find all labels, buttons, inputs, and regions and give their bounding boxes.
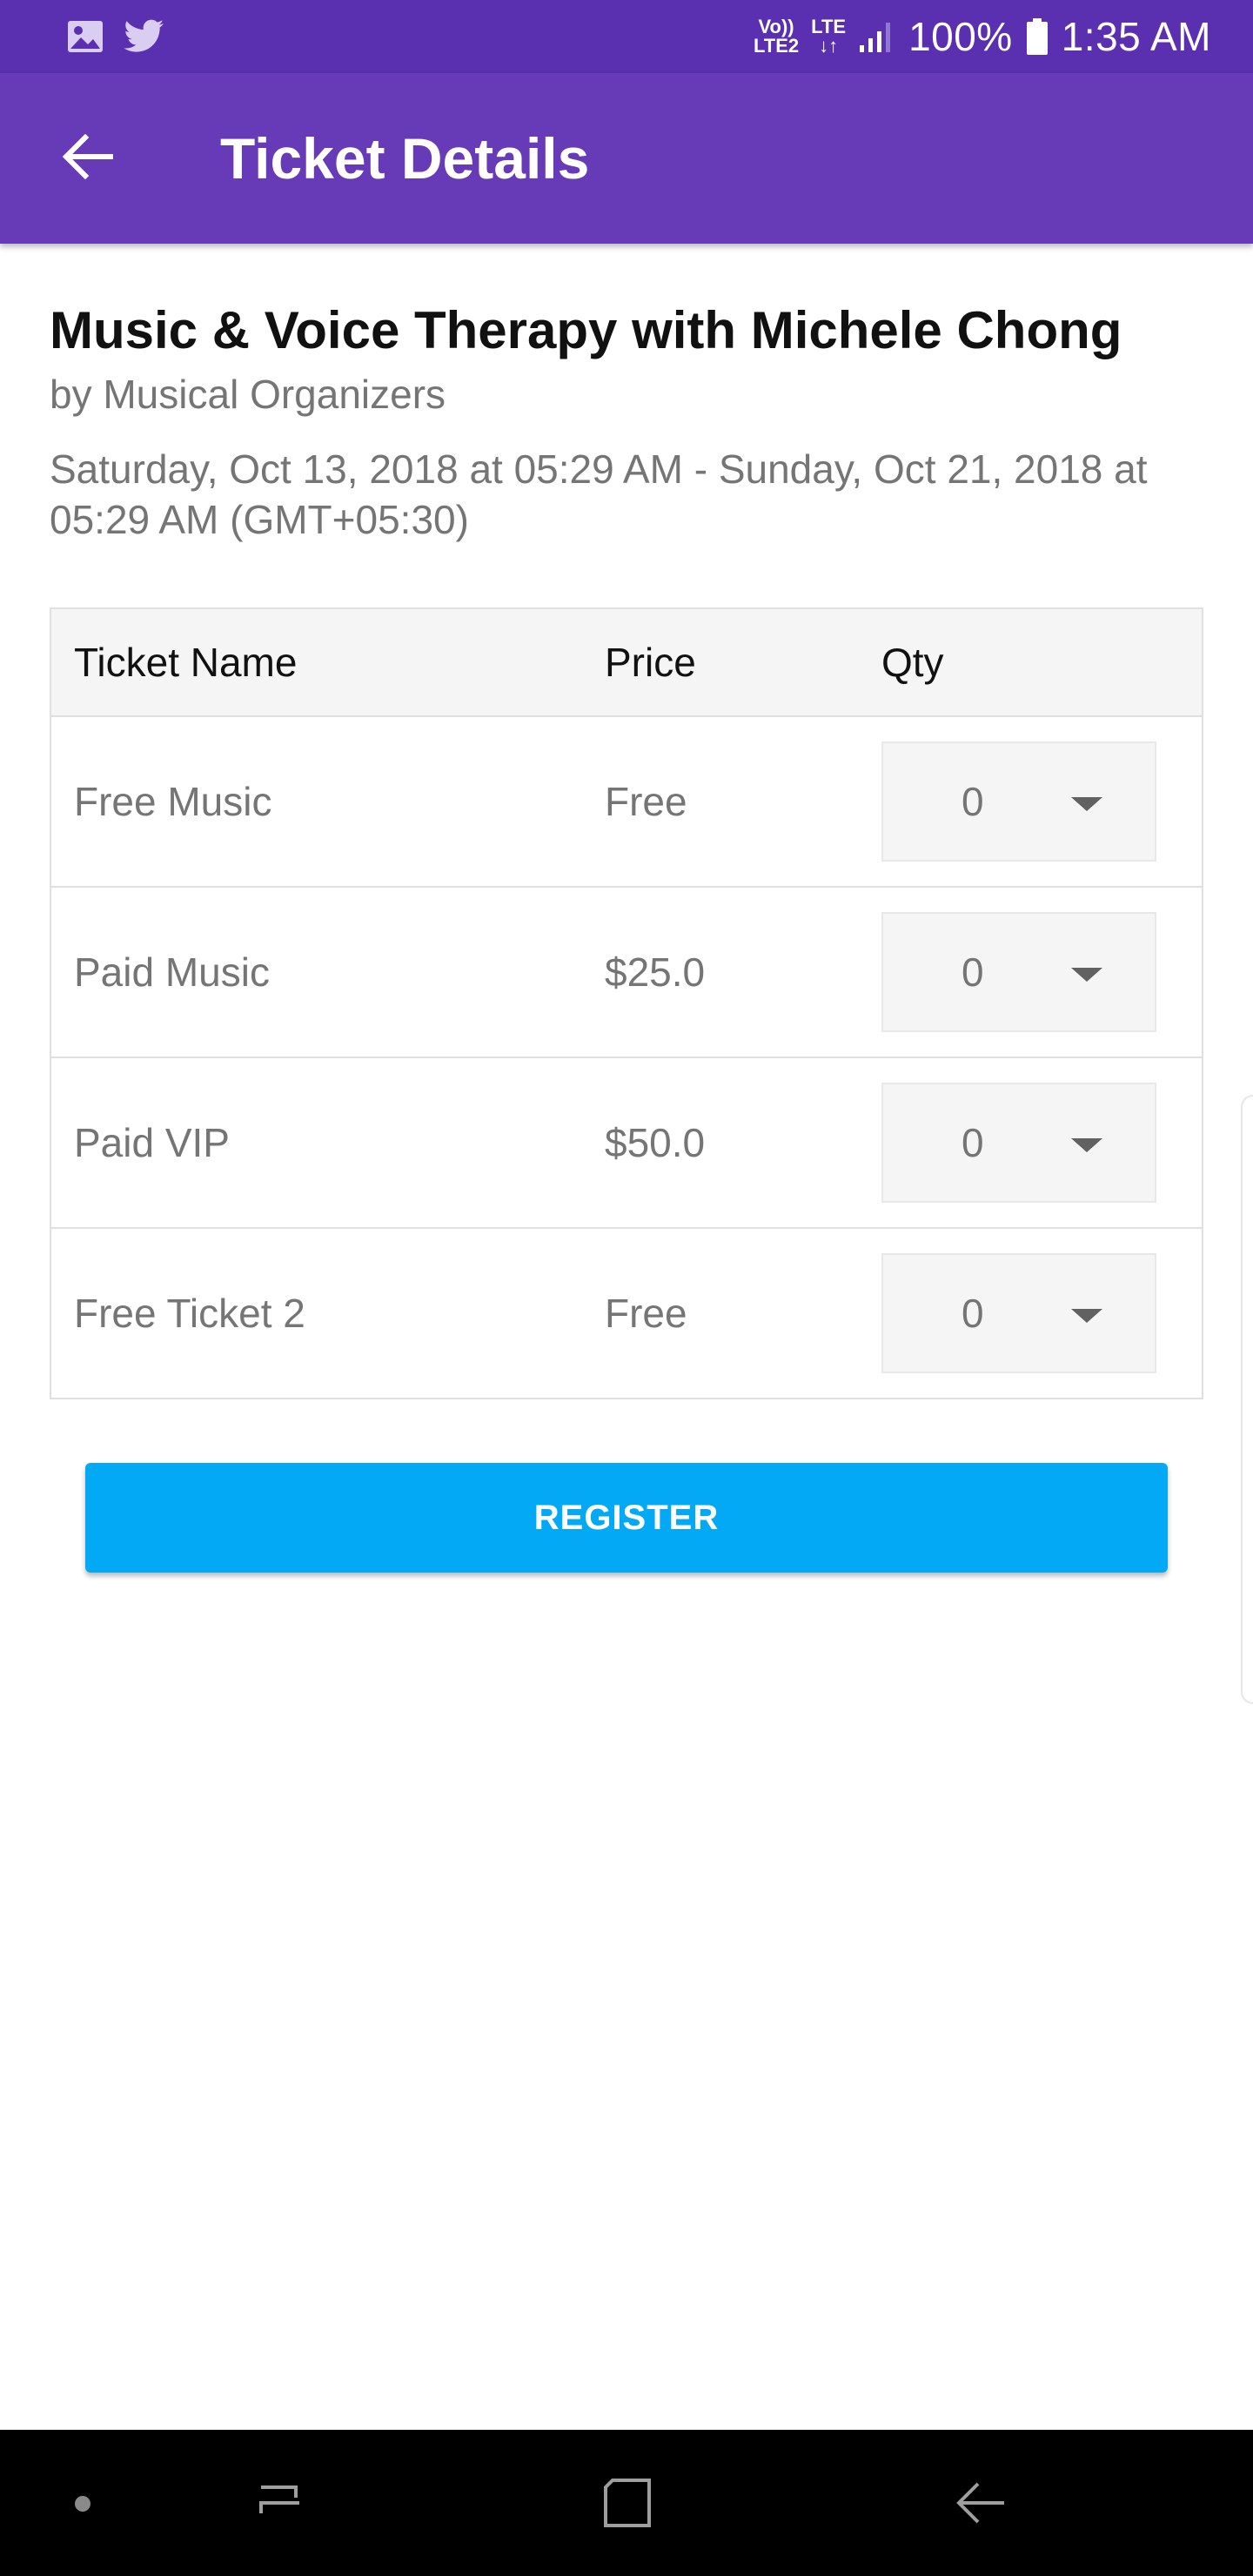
recents-icon: [254, 2477, 306, 2533]
ticket-name: Paid Music: [74, 949, 270, 995]
caret-down-icon: [1071, 797, 1102, 811]
event-organizer: by Musical Organizers: [50, 372, 446, 417]
dot-icon[interactable]: [75, 2496, 90, 2512]
back-button[interactable]: [45, 117, 129, 200]
qty-cell: 0: [881, 1253, 1202, 1373]
status-left: [66, 19, 165, 54]
volte-icon: Vo)) LTE2: [753, 16, 800, 57]
caret-down-icon: [1071, 968, 1102, 982]
header-qty: Qty: [881, 640, 944, 685]
table-row: Free Music Free 0: [51, 715, 1202, 886]
qty-value: 0: [962, 1291, 984, 1336]
caret-down-icon: [1071, 1138, 1102, 1152]
event-dates: Saturday, Oct 13, 2018 at 05:29 AM - Sun…: [50, 446, 1148, 542]
edge-panel-handle[interactable]: [1241, 1095, 1253, 1704]
ticket-price: $50.0: [605, 1120, 706, 1165]
recents-button[interactable]: [245, 2470, 315, 2539]
qty-value: 0: [962, 779, 984, 824]
status-bar: Vo)) LTE2 LTE ↓↑ 100% 1:35 AM: [0, 0, 1253, 73]
lte-icon: LTE ↓↑: [811, 16, 847, 57]
battery-percent: 100%: [908, 14, 1013, 59]
qty-cell: 0: [881, 1083, 1202, 1203]
status-right: Vo)) LTE2 LTE ↓↑ 100% 1:35 AM: [754, 13, 1211, 60]
battery-icon: [1025, 17, 1049, 56]
app-bar: Ticket Details: [0, 73, 1253, 244]
table-header: Ticket Name Price Qty: [51, 609, 1202, 715]
ticket-name: Paid VIP: [74, 1120, 230, 1165]
arrow-left-icon: [61, 133, 114, 184]
table-row: Paid VIP $50.0 0: [51, 1057, 1202, 1227]
qty-dropdown[interactable]: 0: [881, 1083, 1156, 1203]
ticket-table: Ticket Name Price Qty Free Music Free 0 …: [50, 607, 1203, 1399]
qty-cell: 0: [881, 912, 1202, 1032]
ticket-price: Free: [605, 779, 687, 824]
twitter-icon: [124, 19, 165, 54]
table-row: Free Ticket 2 Free 0: [51, 1227, 1202, 1398]
qty-dropdown[interactable]: 0: [881, 912, 1156, 1032]
event-info: Music & Voice Therapy with Michele Chong…: [50, 244, 1203, 545]
caret-down-icon: [1071, 1309, 1102, 1323]
home-icon: [600, 2475, 656, 2535]
event-title: Music & Voice Therapy with Michele Chong: [50, 301, 1122, 359]
signal-icon: [858, 19, 896, 54]
ticket-name: Free Music: [74, 779, 272, 824]
ticket-name: Free Ticket 2: [74, 1291, 305, 1336]
table-row: Paid Music $25.0 0: [51, 886, 1202, 1057]
qty-value: 0: [962, 949, 984, 995]
qty-dropdown[interactable]: 0: [881, 741, 1156, 862]
qty-dropdown[interactable]: 0: [881, 1253, 1156, 1373]
status-time: 1:35 AM: [1061, 14, 1211, 59]
nav-back-button[interactable]: [945, 2470, 1015, 2539]
qty-value: 0: [962, 1120, 984, 1165]
back-icon: [952, 2477, 1008, 2533]
page-title: Ticket Details: [220, 126, 590, 191]
header-price: Price: [605, 640, 696, 685]
home-button[interactable]: [593, 2470, 663, 2539]
ticket-price: $25.0: [605, 949, 706, 995]
register-button[interactable]: REGISTER: [85, 1463, 1168, 1573]
image-icon: [66, 19, 104, 54]
header-ticket-name: Ticket Name: [74, 640, 298, 685]
qty-cell: 0: [881, 741, 1202, 862]
ticket-price: Free: [605, 1291, 687, 1336]
